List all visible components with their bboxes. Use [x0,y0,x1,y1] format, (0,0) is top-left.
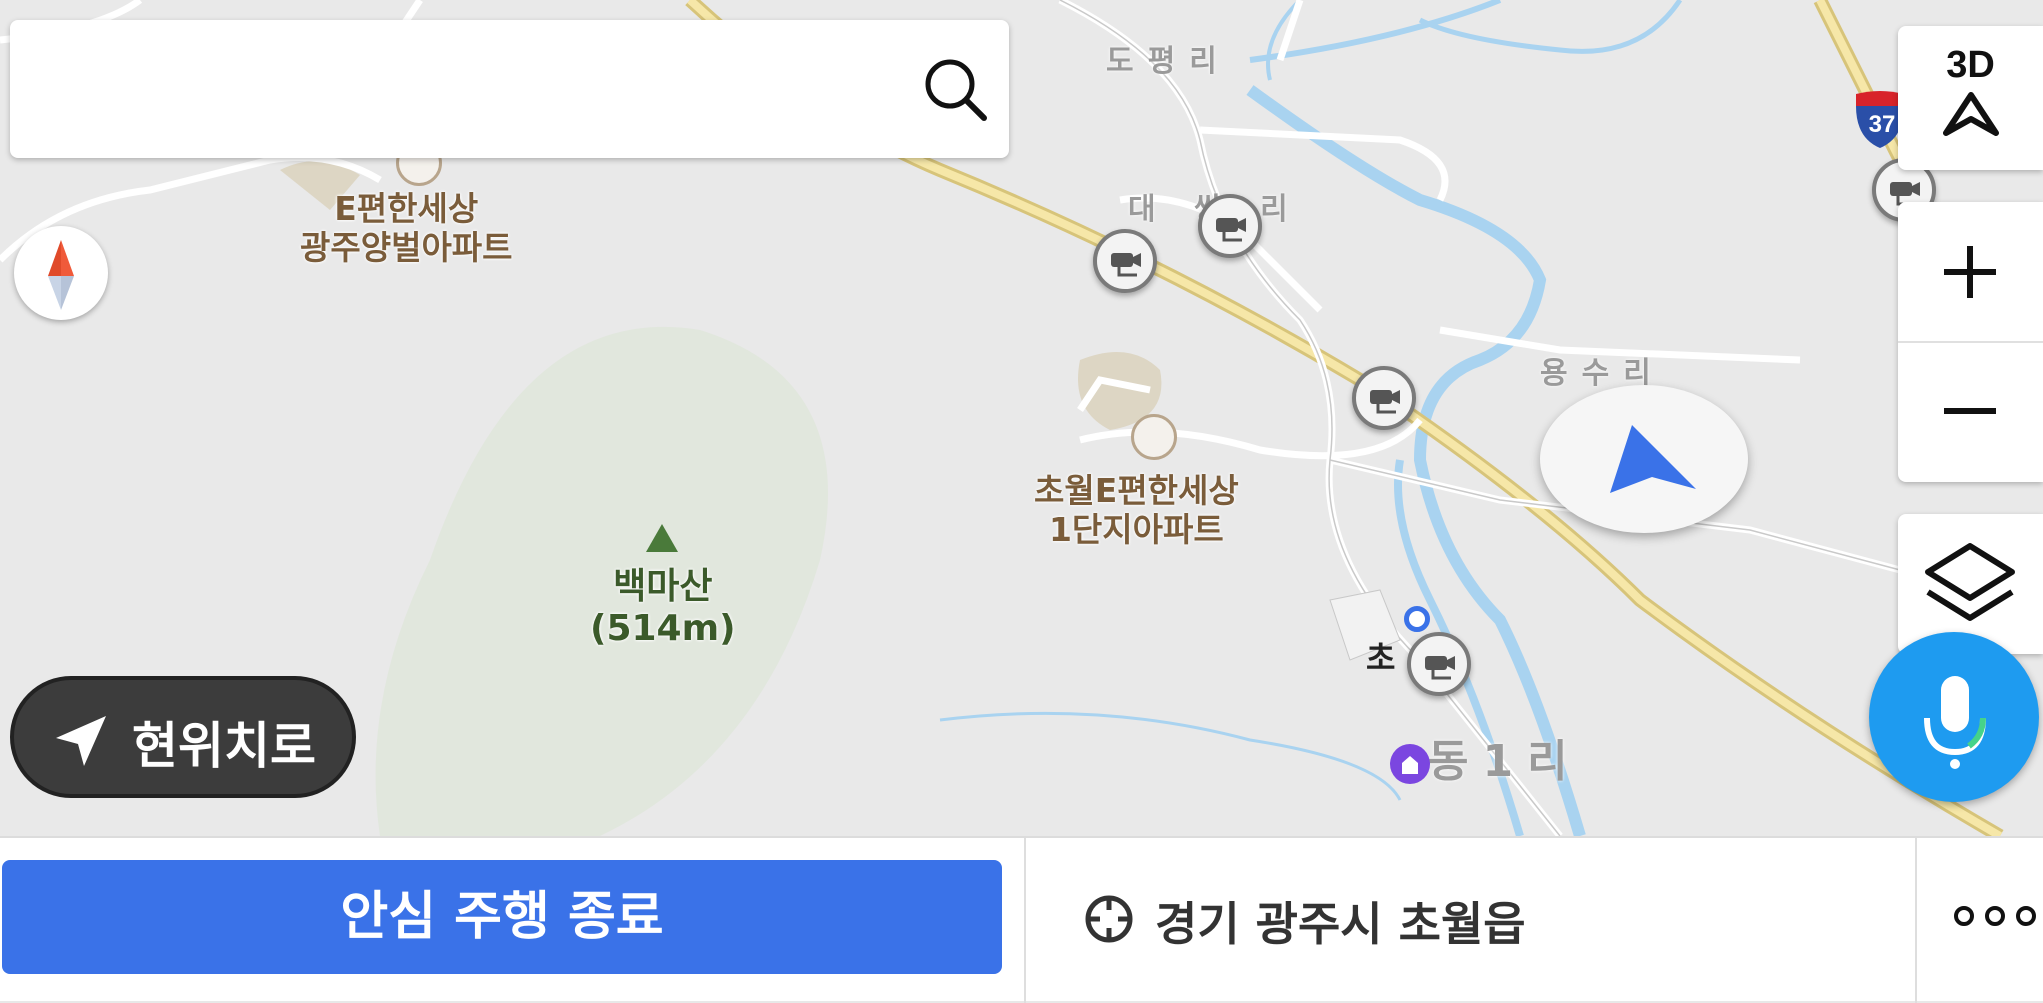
poi-label-line: 광주양벌아파트 [300,227,513,267]
minus-icon [1944,408,1996,414]
svg-text:37: 37 [1869,111,1896,138]
divider [1024,838,1026,1003]
bottom-bar: 안심 주행 종료 경기 광주시 초월읍 [0,836,2043,1003]
mountain-label[interactable]: 백마산 (514m) [590,566,736,651]
more-options-button[interactable] [1950,896,2040,940]
zoom-out-button[interactable] [1898,343,2043,482]
more-dots-icon [1954,906,2036,926]
village-label: 동1리 [1428,736,1582,787]
map-view[interactable]: 37 E편한세상 광주양벌아파트 초월E편한세상 1단지아파트 백마산 (514… [0,0,2043,836]
map-label-partial: 초 [1366,639,1396,677]
speed-camera-icon[interactable] [1407,632,1471,696]
current-location-label: 현위치로 [132,717,316,775]
zoom-controls [1898,202,2043,482]
current-address[interactable]: 경기 광주시 초월읍 [1155,888,1526,954]
poi-label-line: E편한세상 [334,189,479,228]
mountain-name: 백마산 [613,566,713,607]
divider [1915,838,1917,1003]
mountain-height: (514m) [590,608,736,650]
search-input[interactable] [34,54,898,126]
end-safe-driving-button[interactable]: 안심 주행 종료 [2,860,1002,974]
3d-mode-button[interactable]: 3D [1898,26,2043,170]
poi-label-apt2[interactable]: 초월E편한세상 1단지아파트 [1034,471,1239,550]
apartment-marker-icon[interactable] [1131,414,1177,460]
navigation-arrow-icon [1540,385,1748,533]
3d-arrow-icon [1942,92,1999,136]
speed-camera-icon[interactable] [1352,366,1416,430]
village-label: 도평리 [1106,44,1231,79]
speed-camera-icon[interactable] [1198,194,1262,258]
poi-label-line: 초월E편한세상 [1034,471,1239,510]
search-bar[interactable] [10,20,1009,158]
place-pin-icon[interactable] [1404,606,1430,632]
mountain-peak-icon [646,524,678,552]
poi-label-line: 1단지아파트 [1048,509,1224,549]
current-location-button[interactable]: 현위치로 [10,676,356,798]
compass-icon[interactable] [14,226,108,320]
speed-camera-icon[interactable] [1093,229,1157,293]
plus-icon [1944,246,1996,298]
microphone-icon [1924,676,1986,769]
home-pin-icon[interactable] [1390,744,1430,784]
voice-search-button[interactable] [1869,632,2039,802]
3d-label: 3D [1946,44,1995,86]
search-icon[interactable] [920,54,990,124]
poi-label-apt1[interactable]: E편한세상 광주양벌아파트 [300,189,513,268]
crosshair-icon [1085,895,1133,943]
location-arrow-icon [56,716,106,766]
zoom-in-button[interactable] [1898,202,2043,341]
